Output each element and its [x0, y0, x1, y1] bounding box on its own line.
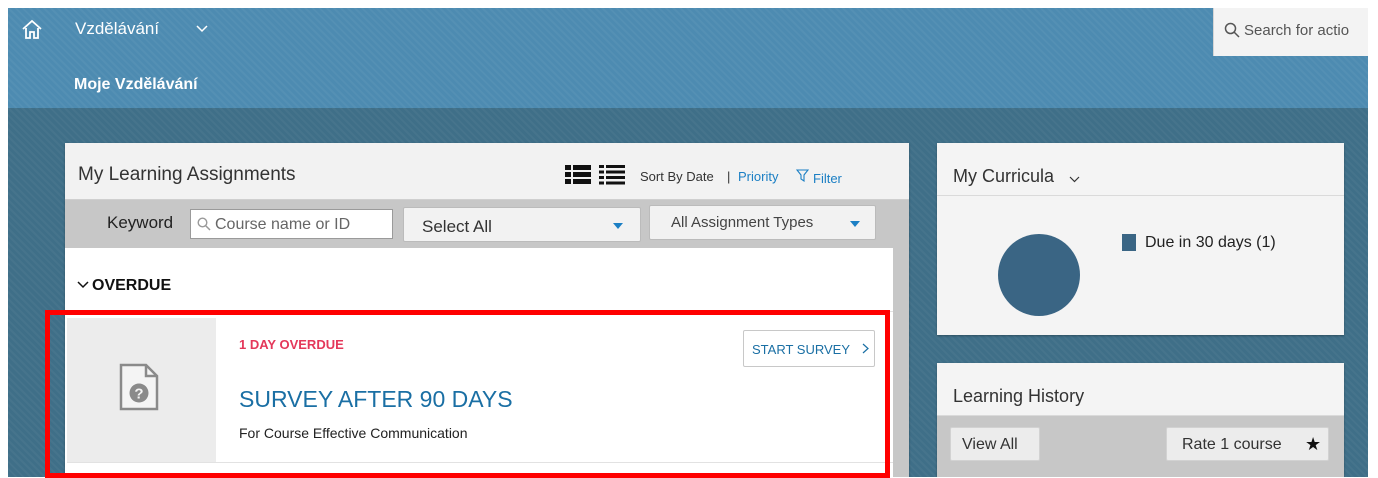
curricula-title[interactable]: My Curricula: [953, 166, 1054, 187]
chevron-right-icon: [862, 343, 869, 354]
learning-assignments-panel: My Learning Assignments Sort By Date | P…: [65, 143, 909, 477]
history-actions: View All Rate 1 course ★: [937, 416, 1344, 477]
divider: [67, 462, 893, 463]
start-survey-label: START SURVEY: [752, 342, 851, 357]
chevron-down-icon[interactable]: [1069, 176, 1080, 183]
assignment-type-select[interactable]: All Assignment Types: [649, 205, 876, 240]
scrollbar[interactable]: [893, 248, 909, 477]
assignment-list: OVERDUE ? 1 DAY OVERDUE START SURVEY SUR…: [65, 248, 893, 477]
learning-history-panel: Learning History View All Rate 1 course …: [937, 363, 1344, 477]
caret-down-icon: [850, 221, 860, 227]
legend-label[interactable]: Due in 30 days (1): [1145, 234, 1276, 252]
keyword-label: Keyword: [107, 213, 174, 232]
survey-document-icon: ?: [119, 363, 159, 411]
search-icon: [197, 217, 211, 231]
chevron-down-icon[interactable]: [196, 25, 208, 33]
item-title-link[interactable]: SURVEY AFTER 90 DAYS: [239, 386, 513, 413]
overdue-section-toggle[interactable]: OVERDUE: [92, 277, 171, 295]
rate-course-label: Rate 1 course: [1182, 436, 1282, 453]
chevron-down-icon[interactable]: [77, 281, 89, 289]
view-all-button[interactable]: View All: [950, 427, 1040, 461]
svg-text:?: ?: [134, 386, 143, 403]
start-survey-button[interactable]: START SURVEY: [743, 330, 875, 367]
grid-view-icon[interactable]: [565, 165, 591, 185]
home-icon[interactable]: [20, 18, 44, 42]
search-icon: [1224, 22, 1240, 38]
list-view-icon[interactable]: [599, 165, 625, 185]
item-thumbnail: ?: [67, 318, 216, 462]
overdue-status: 1 DAY OVERDUE: [239, 337, 344, 352]
filter-link[interactable]: Filter: [813, 171, 842, 186]
filter-bar: Keyword Course name or ID Select All All…: [65, 200, 909, 248]
keyword-placeholder: Course name or ID: [215, 216, 351, 233]
app-name-menu[interactable]: Vzdělávání: [75, 19, 159, 39]
status-select-value: Select All: [422, 217, 492, 236]
status-select[interactable]: Select All: [403, 207, 641, 242]
search-box[interactable]: Search for actio: [1213, 8, 1368, 56]
sort-by-priority-link[interactable]: Priority: [738, 169, 778, 184]
item-subtitle: For Course Effective Communication: [239, 425, 468, 441]
legend-swatch: [1122, 234, 1136, 251]
filter-icon[interactable]: [796, 169, 809, 182]
top-bar: Vzdělávání Search for actio Moje Vzděláv…: [8, 8, 1368, 108]
history-title: Learning History: [953, 386, 1085, 406]
curricula-header: My Curricula: [937, 143, 1344, 196]
sort-separator: |: [727, 169, 731, 184]
divider: [65, 311, 893, 312]
view-all-label: View All: [962, 436, 1018, 453]
assignment-type-value: All Assignment Types: [671, 214, 814, 231]
search-placeholder: Search for actio: [1244, 22, 1350, 39]
assignments-header: My Learning Assignments Sort By Date | P…: [65, 143, 909, 200]
caret-down-icon: [613, 223, 623, 229]
app-shell: Vzdělávání Search for actio Moje Vzděláv…: [8, 8, 1368, 477]
keyword-input[interactable]: Course name or ID: [190, 209, 393, 239]
rate-course-button[interactable]: Rate 1 course ★: [1166, 427, 1329, 461]
star-icon: ★: [1305, 434, 1322, 454]
my-curricula-panel: My Curricula Due in 30 days (1): [937, 143, 1344, 335]
assignments-title: My Learning Assignments: [78, 164, 296, 185]
sort-by-date[interactable]: Sort By Date: [640, 169, 714, 184]
page-title: Moje Vzdělávání: [74, 76, 198, 93]
pie-slice-due-in-30-days[interactable]: [998, 234, 1080, 316]
assignment-item[interactable]: ? 1 DAY OVERDUE START SURVEY SURVEY AFTE…: [67, 318, 893, 468]
